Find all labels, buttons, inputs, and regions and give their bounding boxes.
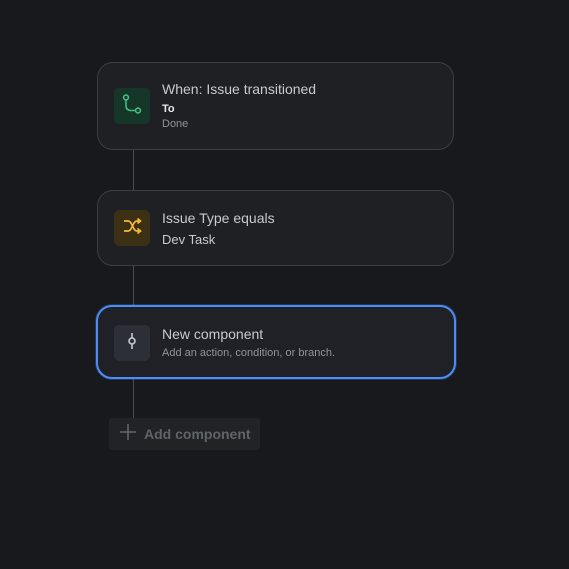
condition-icon-tile — [114, 210, 150, 246]
transition-icon — [121, 93, 143, 120]
trigger-field-label: To — [162, 103, 175, 115]
condition-card[interactable]: Issue Type equals Dev Task — [97, 190, 454, 266]
new-component-card[interactable]: New component Add an action, condition, … — [96, 305, 456, 379]
connector-line — [133, 378, 134, 420]
new-component-hint: Add an action, condition, or branch. — [162, 347, 336, 359]
new-component-icon-tile — [114, 325, 150, 361]
condition-value: Dev Task — [162, 232, 216, 247]
trigger-icon-tile — [114, 88, 150, 124]
connector-line — [133, 149, 134, 191]
shuffle-icon — [121, 215, 143, 242]
condition-title: Issue Type equals — [162, 210, 275, 226]
add-component-label: Add component — [144, 426, 251, 442]
trigger-card[interactable]: When: Issue transitioned To Done — [97, 62, 454, 150]
automation-rule-canvas: When: Issue transitioned To Done Issue T… — [0, 0, 569, 569]
new-component-title: New component — [162, 326, 264, 342]
trigger-title: When: Issue transitioned — [162, 81, 317, 97]
add-component-button[interactable]: Add component — [109, 418, 260, 450]
plus-icon — [119, 423, 137, 446]
connector-line — [133, 265, 134, 307]
component-node-icon — [121, 330, 143, 357]
new-component-text: New component Add an action, condition, … — [162, 325, 442, 360]
trigger-field-value: Done — [162, 118, 189, 130]
condition-text: Issue Type equals Dev Task — [162, 209, 441, 248]
trigger-text: When: Issue transitioned To Done — [162, 80, 441, 131]
